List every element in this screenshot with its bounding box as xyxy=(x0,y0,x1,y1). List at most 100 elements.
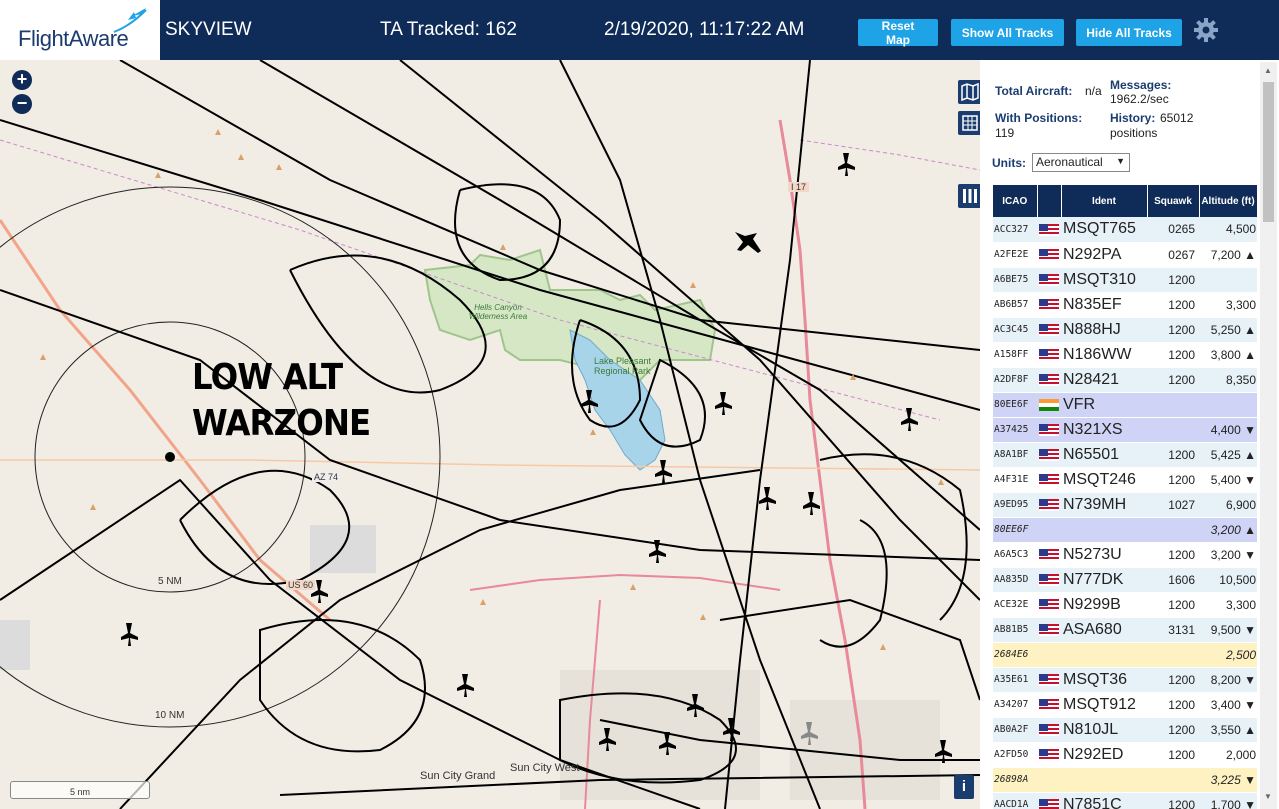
squawk-cell: 3131 xyxy=(1147,617,1199,643)
ident-cell: MSQT310 xyxy=(1061,267,1147,293)
table-row[interactable]: A158FF N186WW 1200 3,800 ▲ xyxy=(993,342,1257,368)
col-header-squawk[interactable]: Squawk xyxy=(1147,185,1200,217)
col-header-flag[interactable] xyxy=(1037,185,1062,217)
altitude-cell: 6,900 xyxy=(1199,492,1257,518)
us-flag-icon xyxy=(1039,624,1059,637)
table-row[interactable]: A6BE75 MSQT310 1200 xyxy=(993,267,1257,293)
table-row[interactable]: A2FD50 N292ED 1200 2,000 xyxy=(993,742,1257,768)
flag-cell xyxy=(1037,642,1061,668)
table-row[interactable]: A2FE2E N292PA 0267 7,200 ▲ xyxy=(993,242,1257,268)
info-button[interactable]: i xyxy=(954,775,974,799)
site-name: SKYVIEW xyxy=(165,19,252,40)
squawk-cell xyxy=(1147,517,1199,543)
aircraft-marker xyxy=(735,232,761,253)
table-row[interactable]: A8A1BF N65501 1200 5,425 ▲ xyxy=(993,442,1257,468)
table-row[interactable]: A34207 MSQT912 1200 3,400 ▼ xyxy=(993,692,1257,718)
zoom-out-button[interactable]: − xyxy=(12,94,32,114)
squawk-cell: 1200 xyxy=(1147,692,1199,718)
col-header-ident[interactable]: Ident xyxy=(1061,185,1148,217)
table-row[interactable]: A6A5C3 N5273U 1200 3,200 ▼ xyxy=(993,542,1257,568)
icao-cell: A6A5C3 xyxy=(993,542,1037,568)
flightaware-logo[interactable]: FlightAware xyxy=(0,0,160,60)
map-view[interactable]: 5 NM 10 NM Hells Canyon Wilderness Area … xyxy=(0,60,980,809)
altitude-cell: 5,400 ▼ xyxy=(1199,467,1257,493)
table-row[interactable]: AB0A2F N810JL 1200 3,550 ▲ xyxy=(993,717,1257,743)
table-row[interactable]: A9ED95 N739MH 1027 6,900 xyxy=(993,492,1257,518)
altitude-cell: 8,350 xyxy=(1199,367,1257,393)
ident-cell: N7851C xyxy=(1061,792,1147,809)
icao-cell: 2684E6 xyxy=(993,642,1037,668)
squawk-cell: 1200 xyxy=(1147,442,1199,468)
squawk-cell: 1200 xyxy=(1147,592,1199,618)
flag-cell xyxy=(1037,717,1061,743)
table-row[interactable]: AC3C45 N888HJ 1200 5,250 ▲ xyxy=(993,317,1257,343)
table-row[interactable]: 80EE6F 3,200 ▲ xyxy=(993,517,1257,543)
current-datetime: 2/19/2020, 11:17:22 AM xyxy=(604,19,805,40)
us-flag-icon xyxy=(1039,499,1059,512)
units-select[interactable]: Aeronautical ▼ xyxy=(1032,153,1130,172)
col-header-altitude[interactable]: Altitude (ft) xyxy=(1199,185,1258,217)
map-layer-icon[interactable] xyxy=(958,80,980,104)
panel-scrollbar[interactable]: ▲ ▼ xyxy=(1260,62,1277,809)
table-row[interactable]: AA835D N777DK 1606 10,500 xyxy=(993,567,1257,593)
us-flag-icon xyxy=(1039,474,1059,487)
aircraft-panel: Total Aircraft: n/a Messages: 1962.2/sec… xyxy=(980,60,1279,809)
history-label: History: xyxy=(1110,111,1156,125)
us-flag-icon xyxy=(1039,574,1059,587)
squawk-cell: 1027 xyxy=(1147,492,1199,518)
icao-cell: A2FD50 xyxy=(993,742,1037,768)
show-all-tracks-button[interactable]: Show All Tracks xyxy=(951,19,1064,46)
table-row[interactable]: A4F31E MSQT246 1200 5,400 ▼ xyxy=(993,467,1257,493)
squawk-cell: 1200 xyxy=(1147,267,1199,293)
flag-cell xyxy=(1037,567,1061,593)
table-row[interactable]: A35E61 MSQT36 1200 8,200 ▼ xyxy=(993,667,1257,693)
columns-icon[interactable] xyxy=(958,184,980,208)
table-row[interactable]: 80EE6F VFR xyxy=(993,392,1257,418)
table-row[interactable]: A37425 N321XS 4,400 ▼ xyxy=(993,417,1257,443)
squawk-cell: 1200 xyxy=(1147,742,1199,768)
logo-text: FlightAware xyxy=(18,26,129,51)
altitude-cell: 2,500 xyxy=(1199,642,1257,668)
ident-cell: N888HJ xyxy=(1061,317,1147,343)
table-row[interactable]: ACC327 MSQT765 0265 4,500 xyxy=(993,217,1257,243)
altitude-cell: 5,250 ▲ xyxy=(1199,317,1257,343)
icao-cell: A37425 xyxy=(993,417,1037,443)
scrollbar-thumb[interactable] xyxy=(1263,82,1274,222)
col-header-icao[interactable]: ICAO xyxy=(993,185,1038,217)
table-row[interactable]: AB6B57 N835EF 1200 3,300 xyxy=(993,292,1257,318)
ident-cell: N292PA xyxy=(1061,242,1147,268)
table-row[interactable]: AACD1A N7851C 1200 1,700 ▼ xyxy=(993,792,1257,809)
us-flag-icon xyxy=(1039,599,1059,612)
aircraft-table: ICAO Ident Squawk Altitude (ft) ACC327 MS… xyxy=(993,185,1258,809)
ident-cell: N292ED xyxy=(1061,742,1147,768)
table-row[interactable]: AB81B5 ASA680 3131 9,500 ▼ xyxy=(993,617,1257,643)
scroll-down-icon[interactable]: ▼ xyxy=(1264,792,1272,801)
table-row[interactable]: A2DF8F N28421 1200 8,350 xyxy=(993,367,1257,393)
hide-all-tracks-button[interactable]: Hide All Tracks xyxy=(1076,19,1182,46)
squawk-cell: 1200 xyxy=(1147,367,1199,393)
us-flag-icon xyxy=(1039,349,1059,362)
aircraft-marker xyxy=(901,408,918,431)
map-canvas[interactable] xyxy=(0,60,980,809)
table-row[interactable]: 2684E6 2,500 xyxy=(993,642,1257,668)
zoom-in-button[interactable]: + xyxy=(12,70,32,90)
gear-icon[interactable] xyxy=(1192,16,1220,44)
aircraft-marker xyxy=(803,492,820,515)
table-row[interactable]: 26898A 3,225 ▼ xyxy=(993,767,1257,793)
scroll-up-icon[interactable]: ▲ xyxy=(1264,66,1272,75)
flag-cell xyxy=(1037,292,1061,318)
az74-shield: AZ 74 xyxy=(312,472,341,482)
squawk-cell xyxy=(1147,417,1199,443)
icao-cell: ACC327 xyxy=(993,217,1037,243)
altitude-cell: 4,500 xyxy=(1199,217,1257,243)
with-positions-value: 119 xyxy=(995,126,1015,140)
grid-icon[interactable] xyxy=(958,111,980,135)
icao-cell: ACE32E xyxy=(993,592,1037,618)
icao-cell: 80EE6F xyxy=(993,517,1037,543)
icao-cell: 80EE6F xyxy=(993,392,1037,418)
reset-map-button[interactable]: Reset Map xyxy=(858,19,938,47)
table-row[interactable]: ACE32E N9299B 1200 3,300 xyxy=(993,592,1257,618)
altitude-cell: 2,000 xyxy=(1199,742,1257,768)
ident-cell: N835EF xyxy=(1061,292,1147,318)
flag-cell xyxy=(1037,667,1061,693)
